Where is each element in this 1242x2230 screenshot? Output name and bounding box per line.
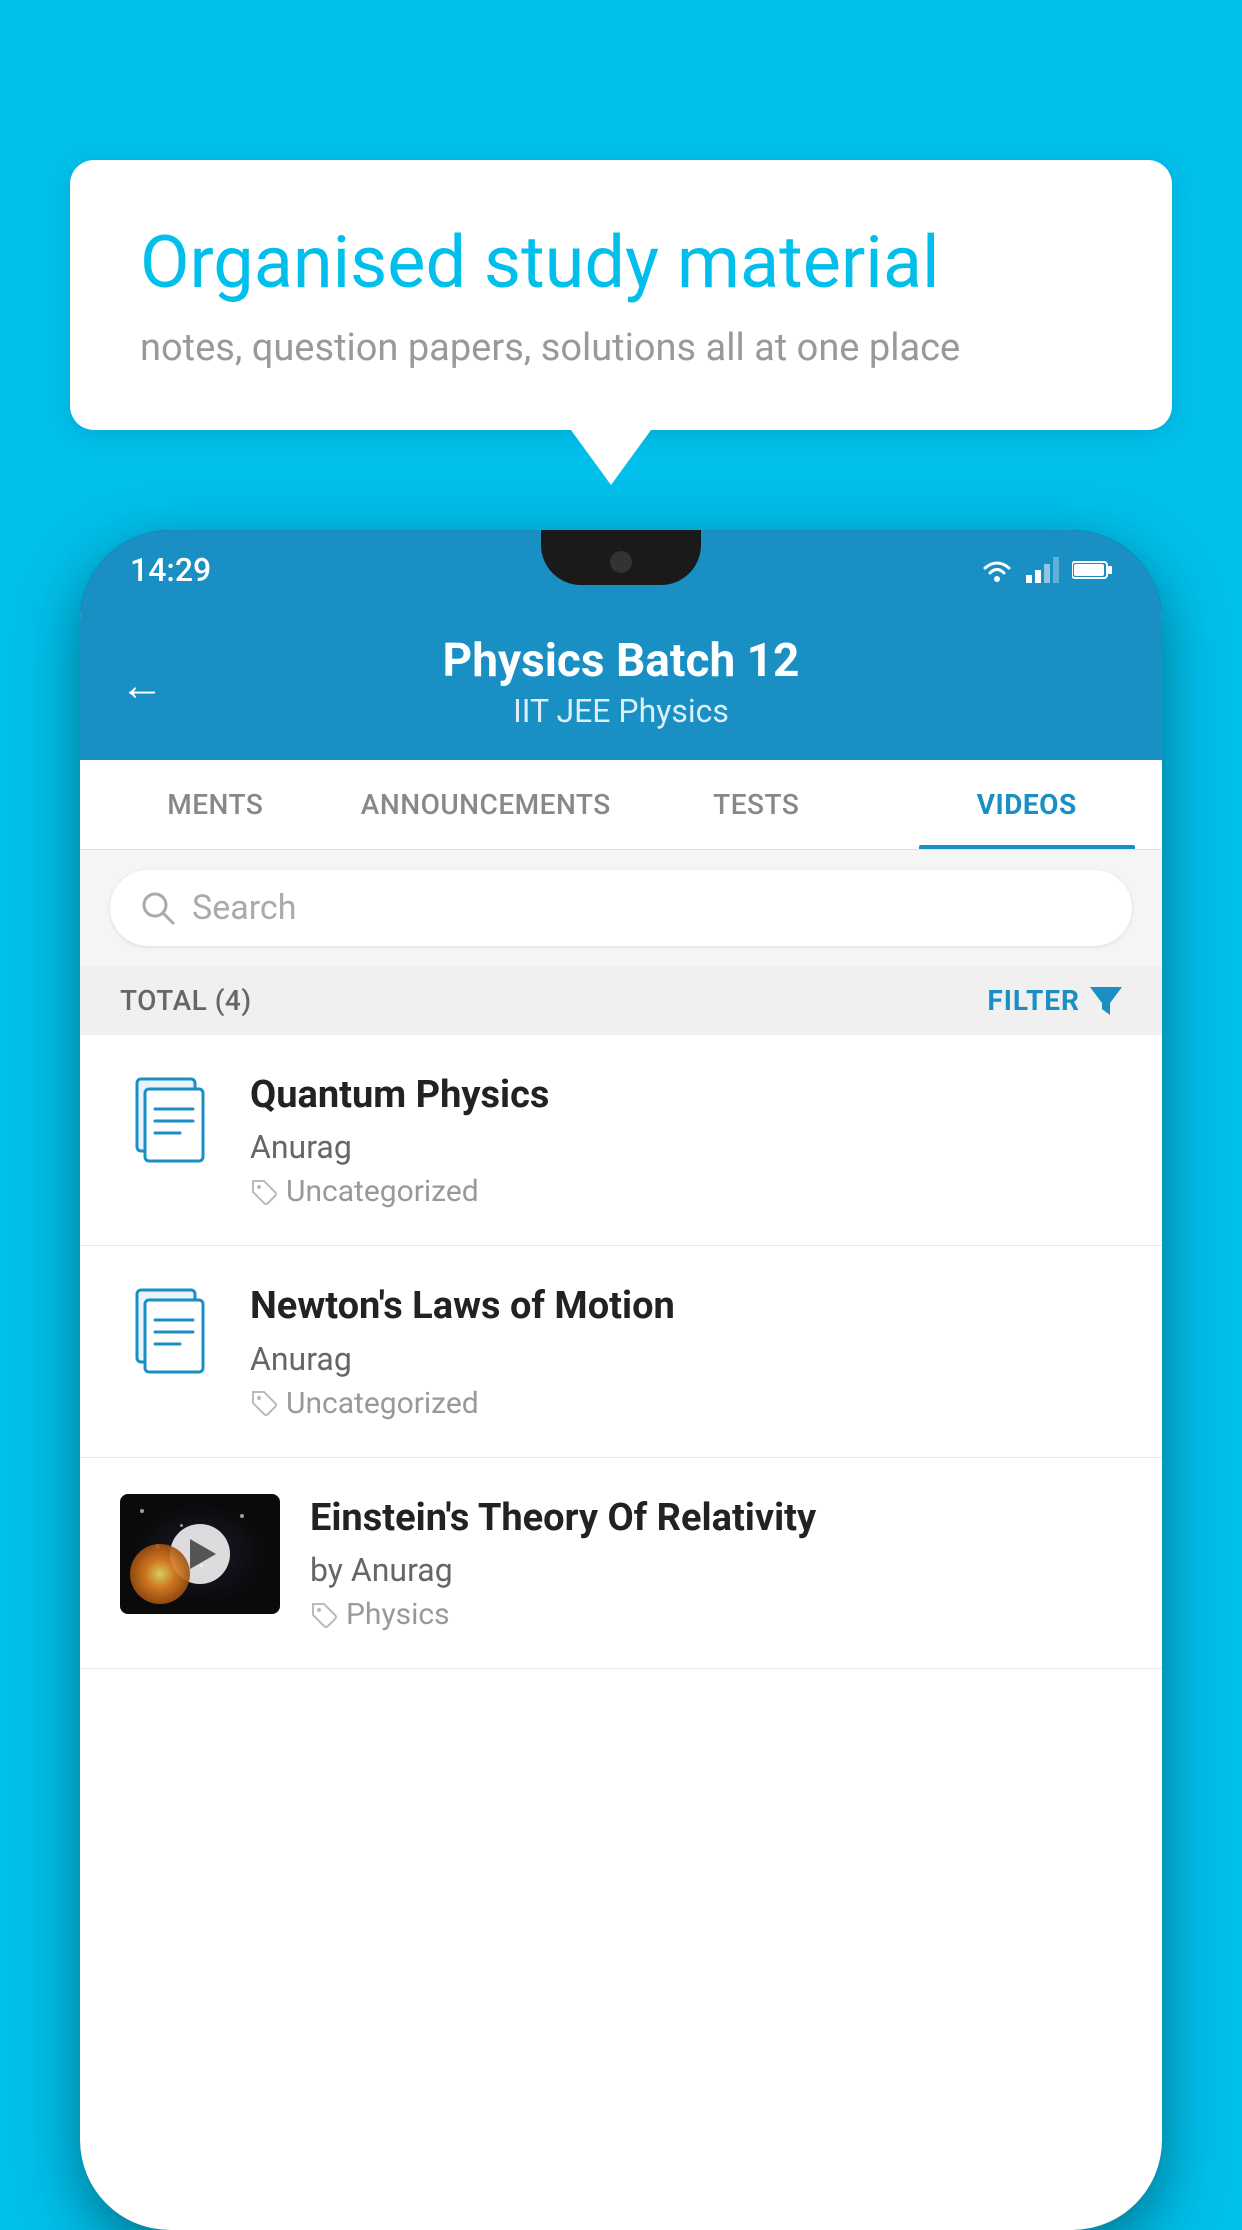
notch <box>541 530 701 585</box>
header-title: Physics Batch 12 <box>120 634 1122 688</box>
tag-icon <box>250 1178 278 1206</box>
app-header: ← Physics Batch 12 IIT JEE Physics <box>80 610 1162 760</box>
tab-videos[interactable]: VIDEOS <box>892 760 1163 849</box>
video-info: Newton's Laws of Motion Anurag Uncategor… <box>250 1282 1122 1420</box>
speech-bubble: Organised study material notes, question… <box>70 160 1172 430</box>
video-list: Quantum Physics Anurag Uncategorized <box>80 1035 1162 1669</box>
video-tag: Uncategorized <box>250 1386 1122 1421</box>
tag-label: Physics <box>346 1597 450 1632</box>
status-time: 14:29 <box>130 551 211 589</box>
signal-icon <box>1026 557 1060 583</box>
video-info: Quantum Physics Anurag Uncategorized <box>250 1071 1122 1209</box>
search-icon <box>140 890 176 926</box>
video-author: Anurag <box>250 1340 1122 1378</box>
speech-bubble-title: Organised study material <box>140 220 1102 306</box>
tag-icon <box>250 1389 278 1417</box>
tag-label: Uncategorized <box>286 1174 479 1209</box>
video-title: Quantum Physics <box>250 1071 1122 1120</box>
list-item[interactable]: Quantum Physics Anurag Uncategorized <box>80 1035 1162 1246</box>
back-button[interactable]: ← <box>120 659 164 711</box>
total-label: TOTAL (4) <box>120 984 252 1017</box>
tag-label: Uncategorized <box>286 1386 479 1421</box>
video-tag: Physics <box>310 1597 1122 1632</box>
search-bar[interactable]: Search <box>110 870 1132 946</box>
file-icon <box>120 1071 220 1171</box>
speech-bubble-container: Organised study material notes, question… <box>70 160 1172 485</box>
tabs-container: MENTS ANNOUNCEMENTS TESTS VIDEOS <box>80 760 1162 850</box>
speech-bubble-subtitle: notes, question papers, solutions all at… <box>140 326 1102 370</box>
video-title: Newton's Laws of Motion <box>250 1282 1122 1331</box>
phone-frame: 14:29 <box>80 530 1162 2230</box>
status-icons <box>980 557 1112 583</box>
tag-icon <box>310 1601 338 1629</box>
phone-screen: ← Physics Batch 12 IIT JEE Physics MENTS… <box>80 610 1162 2230</box>
wifi-icon <box>980 557 1014 583</box>
tab-announcements[interactable]: ANNOUNCEMENTS <box>351 760 622 849</box>
list-item[interactable]: Einstein's Theory Of Relativity by Anura… <box>80 1458 1162 1669</box>
filter-bar: TOTAL (4) FILTER <box>80 966 1162 1035</box>
file-icon <box>120 1282 220 1382</box>
video-thumbnail <box>120 1494 280 1614</box>
speech-bubble-tail <box>571 430 651 485</box>
tab-tests[interactable]: TESTS <box>621 760 892 849</box>
video-author: by Anurag <box>310 1551 1122 1589</box>
video-author: Anurag <box>250 1128 1122 1166</box>
list-item[interactable]: Newton's Laws of Motion Anurag Uncategor… <box>80 1246 1162 1457</box>
video-info: Einstein's Theory Of Relativity by Anura… <box>310 1494 1122 1632</box>
video-tag: Uncategorized <box>250 1174 1122 1209</box>
battery-icon <box>1072 559 1112 581</box>
filter-button[interactable]: FILTER <box>987 984 1122 1017</box>
header-subtitle: IIT JEE Physics <box>120 692 1122 730</box>
filter-icon <box>1090 987 1122 1015</box>
camera <box>610 551 632 573</box>
filter-label: FILTER <box>987 984 1080 1017</box>
status-bar: 14:29 <box>80 530 1162 610</box>
search-container: Search <box>80 850 1162 966</box>
tab-ments[interactable]: MENTS <box>80 760 351 849</box>
search-input[interactable]: Search <box>192 888 296 928</box>
video-title: Einstein's Theory Of Relativity <box>310 1494 1122 1543</box>
